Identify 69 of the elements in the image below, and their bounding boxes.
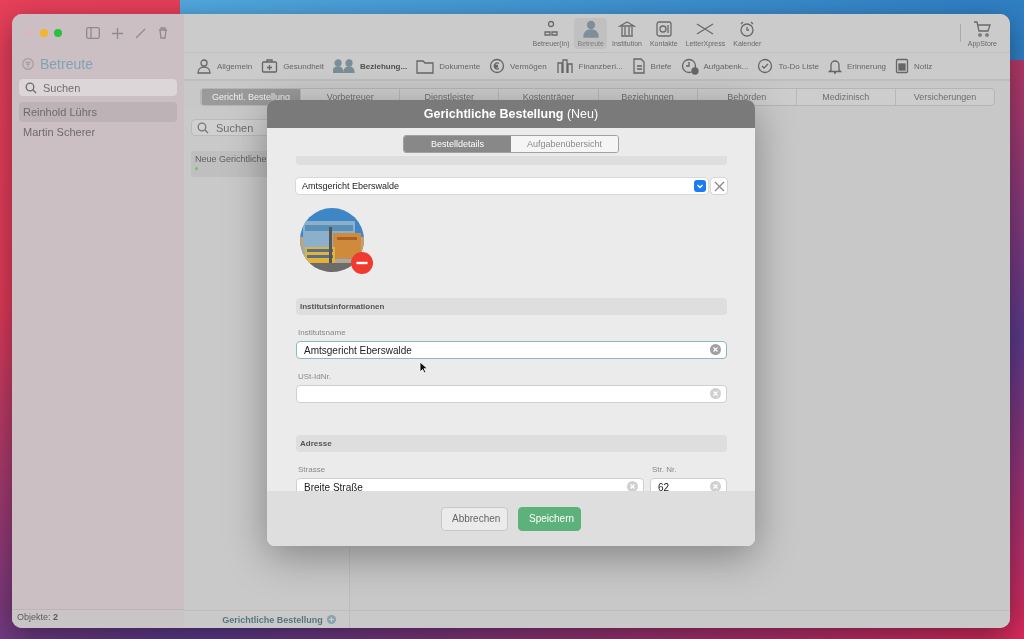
field-label: Institutsname: [298, 328, 347, 337]
add-order-button[interactable]: Gerichtliche Bestellung: [222, 614, 323, 625]
minimize-window-button[interactable]: [40, 29, 48, 37]
status-dot: [195, 167, 198, 170]
folder-icon: [416, 58, 435, 74]
search-field[interactable]: Suchen: [19, 79, 177, 96]
input-field[interactable]: 62: [650, 478, 727, 491]
bar-chart-icon: [555, 58, 574, 74]
input-field[interactable]: Amtsgericht Eberswalde: [296, 341, 727, 359]
person-icon: [581, 19, 600, 38]
zoom-window-button[interactable]: [54, 29, 62, 37]
note-icon: [895, 58, 910, 74]
category-button[interactable]: Notiz: [891, 58, 937, 74]
clear-icon: [710, 481, 721, 491]
section-heading: Adresse: [296, 435, 727, 452]
cancel-button[interactable]: Abbrechen: [441, 506, 508, 531]
input-field[interactable]: Breite Straße: [296, 478, 644, 491]
category-button[interactable]: Beziehung...: [329, 59, 412, 73]
clear-button[interactable]: [711, 178, 727, 194]
clock-check-icon: [680, 57, 699, 75]
clear-icon: [627, 481, 638, 491]
category-button[interactable]: Aufgabenk...: [676, 57, 753, 75]
tab[interactable]: Bestelldetails: [404, 136, 511, 152]
tab[interactable]: Gerichtl. Bestellung: [201, 89, 301, 105]
tab[interactable]: Aufgabenübersicht: [511, 136, 618, 152]
plus-icon: [112, 27, 123, 39]
bell-icon: [827, 58, 842, 74]
check-circle-icon: [757, 58, 774, 74]
sidebar-item[interactable]: Reinhold Lührs: [19, 102, 177, 122]
mouse-pointer-icon: [419, 361, 428, 374]
chevron-down-icon: [694, 180, 706, 192]
field-label: Str. Nr.: [652, 465, 678, 474]
field-label: Strasse: [298, 465, 327, 474]
category-button[interactable]: Dokumente: [412, 58, 485, 74]
clear-icon: [710, 344, 721, 355]
category-button[interactable]: Allgemein: [192, 58, 257, 74]
input-field[interactable]: [296, 385, 727, 403]
category-button[interactable]: Gesundheit: [257, 58, 329, 74]
contact-card-icon: [654, 19, 673, 38]
close-icon: [713, 180, 725, 192]
object-count: Objekte: 2: [17, 612, 59, 622]
plus-circle-icon: [326, 615, 336, 624]
person-icon: [196, 58, 212, 74]
sidebar-title: Betreute: [40, 56, 93, 72]
medical-case-icon: [261, 58, 279, 74]
cart-icon: [973, 19, 992, 38]
section-heading: Institutsinformationen: [296, 298, 727, 315]
trash-icon: [158, 27, 168, 39]
document-icon: [631, 58, 646, 74]
category-button[interactable]: Finanzberi...: [551, 58, 627, 74]
remove-icon: [351, 252, 373, 274]
dialog-title-text: Gerichtliche Bestellung (Neu): [423, 107, 599, 121]
filter-icon: [22, 58, 34, 70]
field-label: USt-IdNr.: [298, 372, 332, 381]
save-button[interactable]: Speichern: [518, 506, 581, 531]
clear-icon: [710, 388, 721, 399]
category-button[interactable]: Vermögen: [485, 58, 551, 74]
category-button[interactable]: To-Do Liste: [753, 58, 823, 74]
list-item-title: Neue Gerichtliche: [195, 154, 267, 164]
dropdown[interactable]: Amtsgericht Eberswalde: [296, 178, 708, 194]
sidebar-item[interactable]: Martin Scherer: [19, 122, 177, 142]
tab[interactable]: Medizinisch: [795, 89, 895, 105]
category-button[interactable]: Erinnerung: [823, 58, 891, 74]
euro-coin-icon: [489, 58, 506, 74]
alarm-clock-icon: [738, 19, 757, 38]
building-icon: [617, 19, 636, 38]
sidebar-toggle-icon: [86, 27, 100, 39]
tab[interactable]: Versicherungen: [894, 89, 994, 105]
category-button[interactable]: Briefe: [627, 58, 676, 74]
